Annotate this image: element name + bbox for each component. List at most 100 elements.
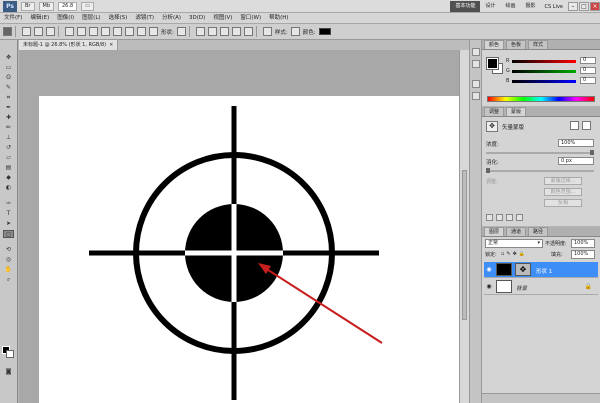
style-picker[interactable] [290, 27, 300, 36]
density-slider-knob[interactable] [590, 150, 594, 155]
move-tool-icon[interactable]: ✥ [3, 54, 14, 62]
layer-row-shape[interactable]: ◉ ✥ 形状 1 [484, 262, 598, 278]
load-selection-icon[interactable] [486, 214, 493, 221]
close-tab-icon[interactable]: × [109, 42, 113, 48]
new-layer-mode-icon[interactable] [195, 27, 205, 36]
menu-window[interactable]: 窗口(W) [236, 13, 265, 24]
hand-tool-icon[interactable]: ✋ [3, 266, 14, 274]
menu-filter[interactable]: 滤镜(T) [131, 13, 158, 24]
add-mode-icon[interactable] [207, 27, 217, 36]
minimize-icon[interactable]: – [568, 2, 578, 11]
tab-masks[interactable]: 蒙版 [506, 107, 527, 116]
marquee-tool-icon[interactable]: ▭ [3, 64, 14, 72]
pen-tool-icon[interactable]: ✑ [3, 200, 14, 208]
blend-mode-select[interactable]: 正常 ▾ [485, 239, 543, 248]
maximize-icon[interactable]: □ [579, 2, 589, 11]
color-swatch[interactable] [318, 28, 331, 35]
pixel-mask-icon[interactable] [570, 121, 579, 130]
paths-icon[interactable] [34, 27, 43, 36]
vertical-scrollbar[interactable] [459, 50, 469, 403]
shape-layers-icon[interactable] [22, 27, 31, 36]
color-spectrum-bar[interactable] [487, 96, 595, 102]
workspace-photography[interactable]: 摄影 [521, 1, 541, 12]
mask-edge-button[interactable]: 蒙版边缘... [544, 177, 582, 185]
lock-icons[interactable]: ▫✎✥🔒 [501, 251, 527, 257]
history-brush-tool-icon[interactable]: ↺ [3, 144, 14, 152]
color-range-button[interactable]: 颜色范围... [544, 188, 582, 196]
blue-slider[interactable] [512, 80, 576, 83]
gradient-tool-icon[interactable]: ▤ [3, 164, 14, 172]
layer-row-background[interactable]: ◉ 背景 🔒 [484, 279, 598, 295]
healing-brush-tool-icon[interactable]: ✚ [3, 114, 14, 122]
history-panel-icon[interactable] [472, 60, 480, 68]
density-slider[interactable] [486, 150, 594, 155]
tab-styles[interactable]: 样式 [528, 40, 549, 49]
menu-help[interactable]: 帮助(H) [265, 13, 292, 24]
tab-swatches[interactable]: 色板 [506, 40, 527, 49]
freeform-pen-icon[interactable] [77, 27, 86, 36]
workspace-essentials[interactable]: 基本功能 [450, 1, 481, 12]
blue-value-field[interactable]: 0 [580, 77, 596, 84]
eraser-tool-icon[interactable]: ▱ [3, 154, 14, 162]
tab-paths[interactable]: 路径 [528, 227, 549, 236]
tab-color[interactable]: 颜色 [484, 40, 505, 49]
shape-picker[interactable] [176, 27, 186, 36]
document-canvas[interactable] [39, 96, 459, 403]
path-selection-tool-icon[interactable]: ➤ [3, 220, 14, 228]
invert-button[interactable]: 反相 [544, 199, 582, 207]
background-color-swatch[interactable] [6, 350, 14, 358]
character-panel-icon[interactable] [472, 80, 480, 88]
fill-pixels-icon[interactable] [46, 27, 55, 36]
rounded-rectangle-icon[interactable] [101, 27, 110, 36]
document-tab[interactable]: 未标题-1 @ 26.8% (形状 1, RGB/8) × [19, 40, 119, 50]
fill-field[interactable]: 100% [571, 250, 595, 259]
menu-select[interactable]: 选择(S) [105, 13, 132, 24]
pen-icon[interactable] [65, 27, 74, 36]
tool-preset-icon[interactable] [3, 27, 12, 36]
mini-bridge-button[interactable]: Mb [38, 1, 54, 11]
rectangle-icon[interactable] [89, 27, 98, 36]
clone-stamp-tool-icon[interactable]: ⊥ [3, 134, 14, 142]
bridge-button[interactable]: Br [21, 1, 35, 11]
exclude-mode-icon[interactable] [243, 27, 253, 36]
green-value-field[interactable]: 0 [580, 67, 596, 74]
tab-channels[interactable]: 通道 [506, 227, 527, 236]
quick-select-tool-icon[interactable]: ✎ [3, 84, 14, 92]
apply-mask-icon[interactable] [496, 214, 503, 221]
lasso-tool-icon[interactable]: ʘ [3, 74, 14, 82]
polygon-icon[interactable] [125, 27, 134, 36]
link-icon[interactable] [262, 27, 272, 36]
tab-layers[interactable]: 图层 [484, 227, 505, 236]
menu-3d[interactable]: 3D(D) [185, 13, 209, 24]
foreground-color-box[interactable] [486, 57, 499, 70]
vector-mask-thumbnail[interactable]: ✥ [515, 263, 531, 276]
ellipse-icon[interactable] [113, 27, 122, 36]
crop-tool-icon[interactable]: ⌗ [3, 94, 14, 102]
zoom-level[interactable]: 26.8 [58, 1, 78, 11]
red-slider[interactable] [512, 60, 576, 63]
menu-analysis[interactable]: 分析(A) [158, 13, 185, 24]
visibility-eye-icon[interactable]: ◉ [485, 283, 493, 291]
workspace-painting[interactable]: 绘画 [501, 1, 521, 12]
tab-adjustments[interactable]: 调整 [484, 107, 505, 116]
feather-field[interactable]: 0 px [558, 157, 594, 165]
type-tool-icon[interactable]: T [3, 210, 14, 218]
opacity-field[interactable]: 100% [571, 239, 595, 248]
green-slider[interactable] [512, 70, 576, 73]
blur-tool-icon[interactable]: ◆ [3, 174, 14, 182]
custom-shape-icon[interactable] [149, 27, 158, 36]
cs-live-button[interactable]: CS Live [541, 4, 567, 10]
brush-tool-icon[interactable]: ✏ [3, 124, 14, 132]
scrollbar-thumb[interactable] [462, 170, 467, 320]
quick-mask-icon[interactable]: ◙ [3, 368, 14, 376]
density-field[interactable]: 100% [558, 139, 594, 147]
menu-image[interactable]: 图像(I) [53, 13, 78, 24]
red-value-field[interactable]: 0 [580, 57, 596, 64]
intersect-mode-icon[interactable] [231, 27, 241, 36]
workspace-design[interactable]: 设计 [480, 1, 500, 12]
delete-mask-icon[interactable] [516, 214, 523, 221]
3d-rotate-tool-icon[interactable]: ⟲ [3, 246, 14, 254]
paragraph-panel-icon[interactable] [472, 92, 480, 100]
screen-mode-button[interactable]: ▭ [81, 1, 94, 11]
line-icon[interactable] [137, 27, 146, 36]
